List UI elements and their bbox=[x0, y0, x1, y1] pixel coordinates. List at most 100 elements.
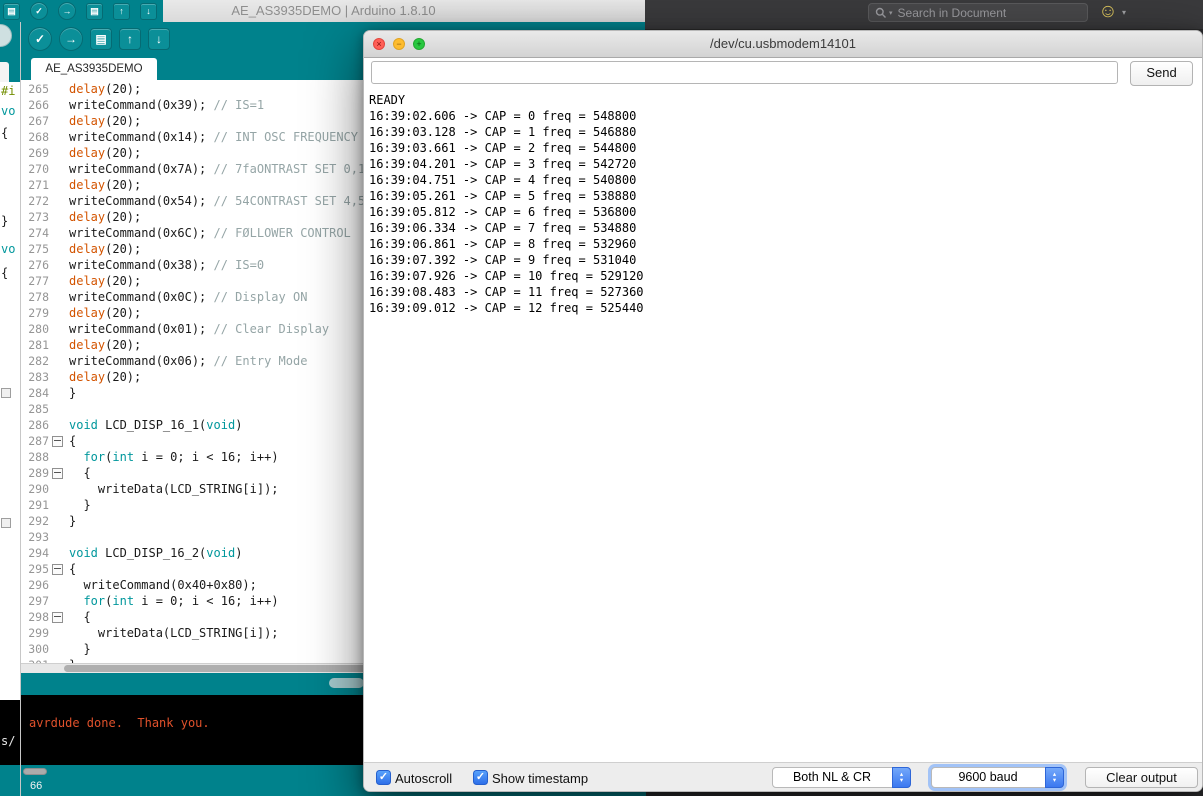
open-button[interactable]: ↑ bbox=[113, 3, 130, 20]
background-window-edge[interactable]: #ivo{}vo{ s/ bbox=[0, 0, 20, 796]
verify-button[interactable]: ✓ bbox=[30, 2, 48, 20]
serial-output-line: 16:39:09.012 -> CAP = 12 freq = 525440 bbox=[369, 300, 1199, 316]
save-button[interactable]: ↓ bbox=[140, 3, 157, 20]
sketch-tab[interactable]: AE_AS3935DEMO bbox=[31, 58, 157, 80]
code-text: writeCommand(0x7A); // 7faONTRAST SET 0,… bbox=[69, 161, 380, 177]
line-number: 270 bbox=[21, 162, 49, 176]
line-number: 282 bbox=[21, 354, 49, 368]
screen: #ivo{}vo{ s/ AE_AS3935DEMO | Arduino 1.8… bbox=[0, 0, 1203, 796]
code-text: writeCommand(0x40+0x80); bbox=[69, 577, 257, 593]
save-button[interactable]: ↓ bbox=[148, 28, 170, 50]
clear-output-label: Clear output bbox=[1106, 770, 1177, 785]
dropdown-stepper-icon: ▴▾ bbox=[892, 767, 911, 788]
code-fragment bbox=[1, 518, 11, 528]
serial-output-line: READY bbox=[369, 92, 1199, 108]
save-icon: ↓ bbox=[146, 7, 151, 16]
autoscroll-label[interactable]: Autoscroll bbox=[395, 771, 452, 786]
code-fragment bbox=[1, 388, 11, 398]
line-number: 294 bbox=[21, 546, 49, 560]
document-icon: ▤ bbox=[7, 7, 16, 16]
background-editor-fragment: #ivo{}vo{ bbox=[0, 82, 20, 700]
line-number: 278 bbox=[21, 290, 49, 304]
code-text: delay(20); bbox=[69, 145, 141, 161]
code-text: delay(20); bbox=[69, 177, 141, 193]
line-number: 276 bbox=[21, 258, 49, 272]
arduino-window-title: AE_AS3935DEMO | Arduino 1.8.10 bbox=[231, 3, 435, 18]
line-number: 289 bbox=[21, 466, 49, 480]
serial-output-area[interactable]: READY16:39:02.606 -> CAP = 0 freq = 5488… bbox=[369, 92, 1199, 761]
verify-icon: ✓ bbox=[35, 7, 43, 16]
line-ending-dropdown[interactable]: Both NL & CR ▴▾ bbox=[772, 767, 911, 788]
line-number: 284 bbox=[21, 386, 49, 400]
line-number: 280 bbox=[21, 322, 49, 336]
search-icon bbox=[875, 7, 887, 19]
upload-icon: → bbox=[63, 7, 72, 16]
document-button[interactable]: ▤ bbox=[3, 3, 20, 20]
code-text: } bbox=[69, 641, 91, 657]
toolbar-button-fragment bbox=[0, 24, 12, 47]
code-fold-icon[interactable] bbox=[52, 612, 63, 623]
zoom-button[interactable]: + bbox=[413, 38, 425, 50]
show-timestamp-label[interactable]: Show timestamp bbox=[492, 771, 588, 786]
code-text: delay(20); bbox=[69, 369, 141, 385]
serial-output-line: 16:39:07.392 -> CAP = 9 freq = 531040 bbox=[369, 252, 1199, 268]
dropdown-stepper-icon: ▴▾ bbox=[1045, 767, 1064, 788]
code-fold-icon[interactable] bbox=[52, 436, 63, 447]
emoji-smiley-icon[interactable]: ☺ bbox=[1098, 2, 1118, 22]
new-sketch-button[interactable]: ▤ bbox=[90, 28, 112, 50]
code-text: } bbox=[69, 497, 91, 513]
code-text: } bbox=[69, 513, 76, 529]
code-text: writeCommand(0x6C); // FØLLOWER CONTROL bbox=[69, 225, 351, 241]
autoscroll-checkbox[interactable]: ✓ bbox=[376, 770, 391, 785]
line-ending-value: Both NL & CR bbox=[773, 768, 891, 787]
line-number: 277 bbox=[21, 274, 49, 288]
minimize-button[interactable]: − bbox=[393, 38, 405, 50]
code-text: delay(20); bbox=[69, 305, 141, 321]
close-button[interactable]: × bbox=[373, 38, 385, 50]
serial-send-input[interactable] bbox=[371, 61, 1118, 84]
upload-button[interactable]: → bbox=[59, 27, 83, 51]
console-output-text: avrdude done. Thank you. bbox=[29, 716, 210, 730]
code-text: writeCommand(0x0C); // Display ON bbox=[69, 289, 307, 305]
code-text: writeCommand(0x38); // IS=0 bbox=[69, 257, 264, 273]
serial-output-line: 16:39:03.661 -> CAP = 2 freq = 544800 bbox=[369, 140, 1199, 156]
clear-output-button[interactable]: Clear output bbox=[1085, 767, 1198, 788]
line-number: 275 bbox=[21, 242, 49, 256]
serial-titlebar[interactable]: × − + /dev/cu.usbmodem14101 bbox=[364, 31, 1202, 58]
serial-output-line: 16:39:04.751 -> CAP = 4 freq = 540800 bbox=[369, 172, 1199, 188]
console-scrollbar-fragment[interactable] bbox=[23, 768, 47, 775]
code-text: delay(20); bbox=[69, 81, 141, 97]
verify-button[interactable]: ✓ bbox=[28, 27, 52, 51]
new-sketch-button[interactable]: ▤ bbox=[86, 3, 103, 20]
search-input[interactable]: ▾ Search in Document bbox=[868, 3, 1088, 22]
open-button[interactable]: ↑ bbox=[119, 28, 141, 50]
code-text: writeCommand(0x39); // IS=1 bbox=[69, 97, 264, 113]
code-text: writeCommand(0x54); // 54CONTRAST SET 4,… bbox=[69, 193, 380, 209]
line-number: 274 bbox=[21, 226, 49, 240]
chevron-down-icon: ▾ bbox=[1122, 8, 1126, 17]
line-number: 290 bbox=[21, 482, 49, 496]
send-button[interactable]: Send bbox=[1130, 61, 1193, 86]
code-text: for(int i = 0; i < 16; i++) bbox=[69, 593, 279, 609]
code-fold-icon[interactable] bbox=[52, 564, 63, 575]
code-text: } bbox=[69, 385, 76, 401]
open-icon: ↑ bbox=[127, 33, 133, 45]
background-app-toolbar: ▾ Search in Document ☺ ▾ bbox=[645, 0, 1203, 30]
send-button-label: Send bbox=[1146, 65, 1176, 80]
code-text: delay(20); bbox=[69, 337, 141, 353]
serial-bottom-bar: ✓ Autoscroll ✓ Show timestamp Both NL & … bbox=[364, 762, 1202, 791]
code-text: delay(20); bbox=[69, 273, 141, 289]
serial-output-line: 16:39:06.334 -> CAP = 7 freq = 534880 bbox=[369, 220, 1199, 236]
code-fragment: #i bbox=[1, 84, 15, 98]
show-timestamp-checkbox[interactable]: ✓ bbox=[473, 770, 488, 785]
code-text: delay(20); bbox=[69, 241, 141, 257]
code-text: { bbox=[69, 465, 91, 481]
serial-monitor-window: × − + /dev/cu.usbmodem14101 Send READY16… bbox=[363, 30, 1203, 792]
line-number: 287 bbox=[21, 434, 49, 448]
upload-button[interactable]: → bbox=[58, 2, 76, 20]
code-fold-icon[interactable] bbox=[52, 468, 63, 479]
background-toolbar-fragment: ▤ ✓ → ▤ ↑ ↓ bbox=[0, 0, 163, 22]
resize-grip bbox=[329, 678, 364, 688]
search-options-caret-icon: ▾ bbox=[889, 9, 893, 17]
baud-rate-dropdown[interactable]: 9600 baud ▴▾ bbox=[931, 767, 1064, 788]
